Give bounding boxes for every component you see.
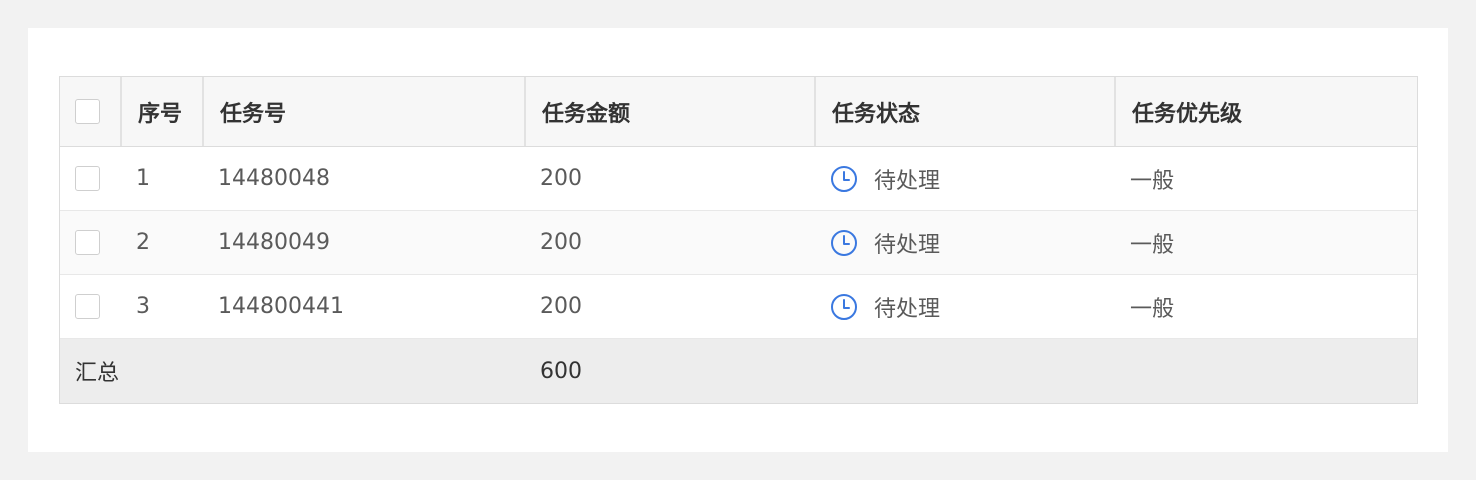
- row-status-cell: 待处理: [814, 211, 1114, 274]
- column-header-amount: 任务金额: [524, 77, 814, 146]
- row-status-text: 待处理: [874, 232, 941, 258]
- task-table: 序号 任务号 任务金额 任务状态 任务优先级 1 14480048 200 待处…: [59, 76, 1418, 404]
- row-index: 3: [136, 294, 150, 319]
- summary-filler: [814, 339, 1417, 403]
- row-checkbox-cell: [60, 211, 120, 274]
- table-row[interactable]: 1 14480048 200 待处理 一般: [60, 147, 1417, 211]
- row-task-no: 14480049: [218, 230, 330, 255]
- row-amount: 200: [540, 166, 582, 191]
- row-task-no: 14480048: [218, 166, 330, 191]
- content-panel: 序号 任务号 任务金额 任务状态 任务优先级 1 14480048 200 待处…: [28, 28, 1448, 452]
- table-summary-row: 汇总 600: [60, 339, 1417, 403]
- column-header-task-no: 任务号: [202, 77, 524, 146]
- column-header-index: 序号: [120, 77, 202, 146]
- clock-icon: [831, 165, 857, 192]
- row-checkbox[interactable]: [75, 294, 100, 319]
- row-checkbox[interactable]: [75, 166, 100, 191]
- row-index: 1: [136, 166, 150, 191]
- row-status-text: 待处理: [874, 168, 941, 194]
- row-status-cell: 待处理: [814, 147, 1114, 210]
- row-priority: 一般: [1130, 232, 1175, 258]
- row-amount: 200: [540, 230, 582, 255]
- header-checkbox-cell: [60, 77, 120, 146]
- table-row[interactable]: 2 14480049 200 待处理 一般: [60, 211, 1417, 275]
- row-index: 2: [136, 230, 150, 255]
- column-header-status: 任务状态: [814, 77, 1114, 146]
- select-all-checkbox[interactable]: [75, 99, 100, 124]
- table-row[interactable]: 3 144800441 200 待处理 一般: [60, 275, 1417, 339]
- table-header: 序号 任务号 任务金额 任务状态 任务优先级: [60, 77, 1417, 147]
- row-amount: 200: [540, 294, 582, 319]
- column-header-priority: 任务优先级: [1114, 77, 1417, 146]
- row-priority: 一般: [1130, 296, 1175, 322]
- row-checkbox-cell: [60, 275, 120, 338]
- row-priority: 一般: [1130, 168, 1175, 194]
- row-checkbox-cell: [60, 147, 120, 210]
- clock-icon: [831, 229, 857, 256]
- row-task-no: 144800441: [218, 294, 344, 319]
- summary-label: 汇总: [75, 361, 120, 386]
- clock-icon: [831, 293, 857, 320]
- row-status-text: 待处理: [874, 296, 941, 322]
- row-checkbox[interactable]: [75, 230, 100, 255]
- row-status-cell: 待处理: [814, 275, 1114, 338]
- summary-amount: 600: [540, 358, 582, 384]
